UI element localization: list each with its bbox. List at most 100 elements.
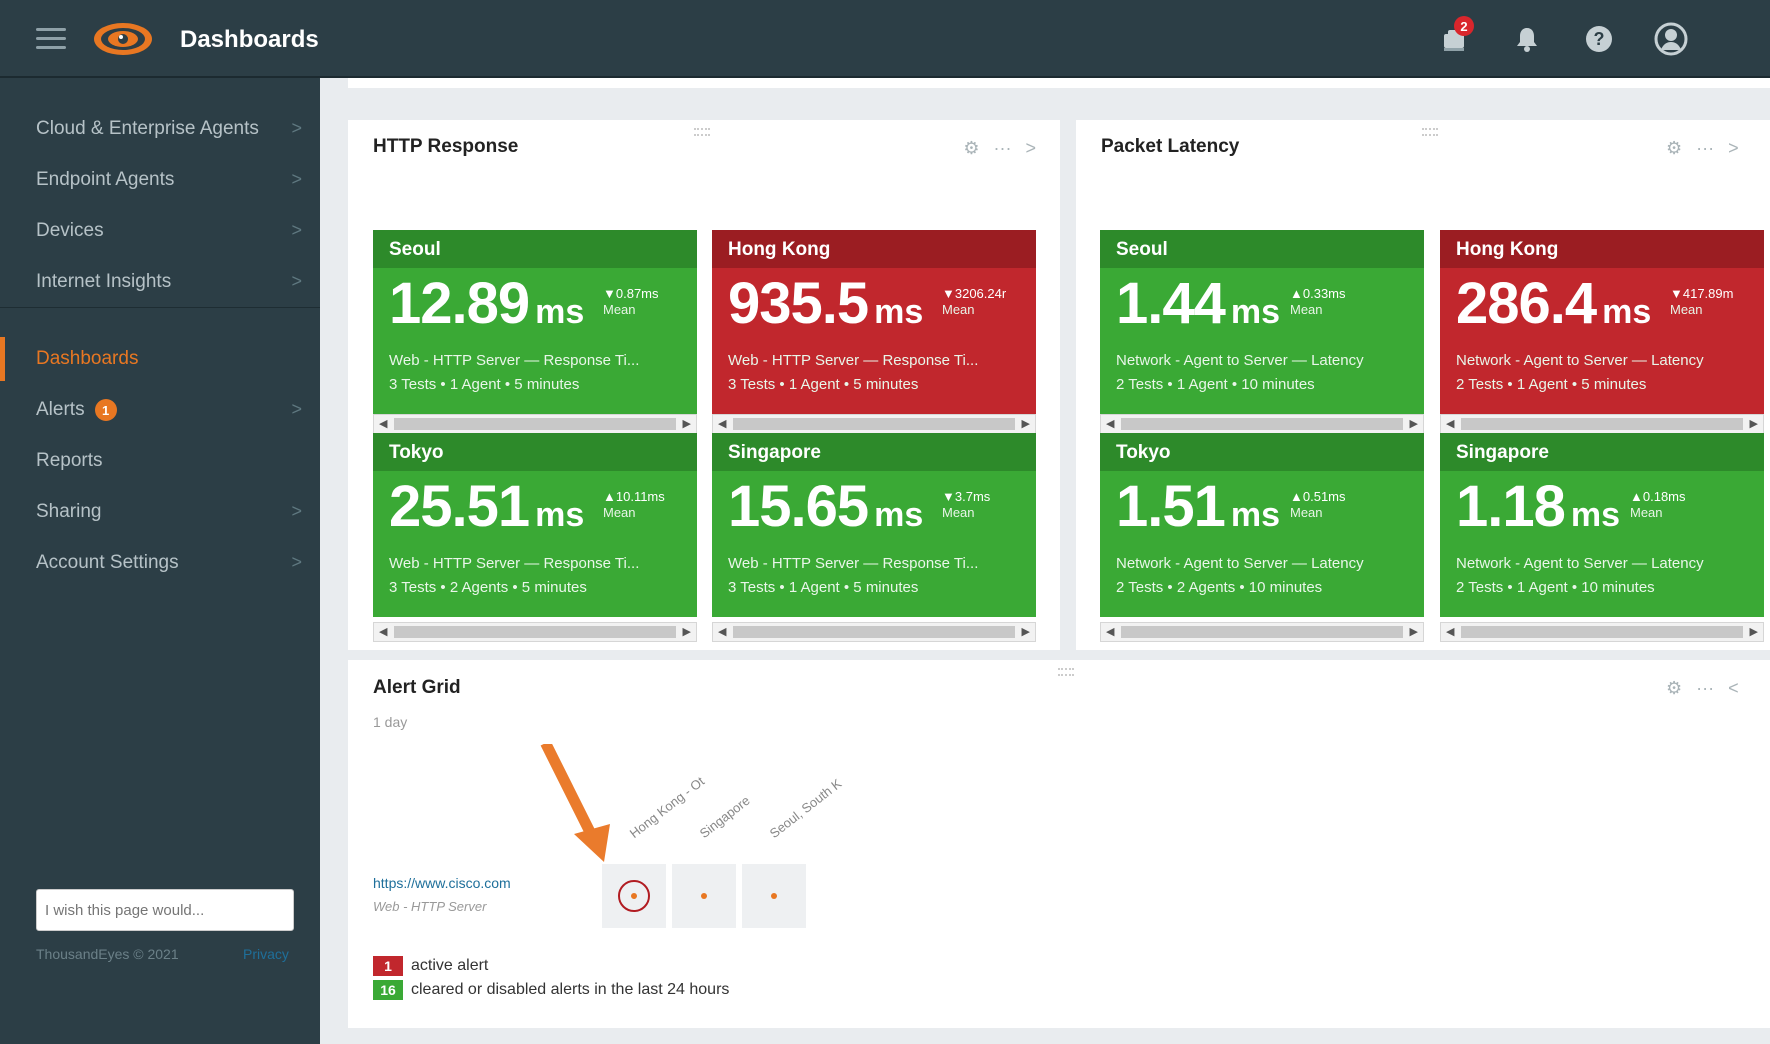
tile-scrollbar[interactable]: ◀ ▶: [1100, 414, 1424, 434]
tile-scrollbar[interactable]: ◀ ▶: [1440, 622, 1764, 642]
chevron-right-icon[interactable]: >: [1025, 138, 1036, 159]
scroll-left-icon[interactable]: ◀: [1106, 417, 1114, 430]
scroll-right-icon[interactable]: ▶: [1750, 625, 1758, 638]
scroll-right-icon[interactable]: ▶: [1410, 417, 1418, 430]
tile-metric-unit: ms: [874, 496, 924, 534]
tile-metric-value: 15.65: [728, 474, 869, 539]
more-options-icon[interactable]: ···: [1696, 678, 1714, 699]
tile-metric-value: 935.5: [728, 271, 869, 336]
tile-metric-unit: ms: [535, 293, 585, 331]
sidebar-item-reports[interactable]: Reports: [0, 439, 320, 483]
scroll-right-icon[interactable]: ▶: [1750, 417, 1758, 430]
latency-tile-singapore[interactable]: Singapore 1.18 ms ▲0.18ms Mean Network - A…: [1440, 433, 1764, 617]
tile-test-meta: 2 Tests • 1 Agent • 5 minutes: [1456, 376, 1647, 393]
tile-test-description: Web - HTTP Server — Response Ti...: [389, 352, 640, 369]
row-test-type: Web - HTTP Server: [373, 899, 487, 914]
help-icon[interactable]: ?: [1580, 20, 1618, 58]
sidebar-item-endpoint-agents[interactable]: Endpoint Agents >: [0, 158, 320, 202]
privacy-link[interactable]: Privacy: [243, 946, 289, 962]
gear-icon[interactable]: ⚙: [963, 138, 979, 159]
http-tile-singapore[interactable]: Singapore 15.65 ms ▼3.7ms Mean Web - HTTP …: [712, 433, 1036, 617]
sidebar-item-label: Cloud & Enterprise Agents: [36, 118, 259, 139]
latency-tile-tokyo[interactable]: Tokyo 1.51 ms ▲0.51ms Mean Network - Agent…: [1100, 433, 1424, 617]
tile-test-meta: 3 Tests • 1 Agent • 5 minutes: [728, 376, 919, 393]
scroll-left-icon[interactable]: ◀: [1446, 417, 1454, 430]
scroll-right-icon[interactable]: ▶: [683, 417, 691, 430]
alerts-count-badge: 1: [94, 399, 117, 421]
scroll-left-icon[interactable]: ◀: [1446, 625, 1454, 638]
tile-scrollbar[interactable]: ◀ ▶: [712, 622, 1036, 642]
sidebar-item-label: Reports: [36, 450, 103, 471]
scroll-right-icon[interactable]: ▶: [1022, 625, 1030, 638]
http-tile-tokyo[interactable]: Tokyo 25.51 ms ▲10.11ms Mean Web - HTTP Se…: [373, 433, 697, 617]
sidebar-item-internet-insights[interactable]: Internet Insights >: [0, 260, 320, 304]
feedback-input[interactable]: [36, 889, 294, 931]
tile-scrollbar[interactable]: ◀ ▶: [373, 622, 697, 642]
widget-title: HTTP Response: [373, 136, 519, 157]
tile-mean-label: Mean: [1290, 505, 1323, 520]
tile-location: Singapore: [712, 433, 1036, 471]
legend-text: cleared or disabled alerts in the last 2…: [411, 981, 730, 998]
tile-delta: ▼3206.24r: [942, 286, 1007, 301]
latency-tile-seoul[interactable]: Seoul 1.44 ms ▲0.33ms Mean Network - Agent…: [1100, 230, 1424, 414]
chevron-right-icon: >: [291, 501, 302, 521]
scroll-left-icon[interactable]: ◀: [1106, 625, 1114, 638]
scroll-right-icon[interactable]: ▶: [1022, 417, 1030, 430]
scroll-right-icon[interactable]: ▶: [683, 625, 691, 638]
http-tile-hong-kong[interactable]: Hong Kong 935.5 ms ▼3206.24r Mean Web - HT…: [712, 230, 1036, 414]
tile-metric-value: 1.44: [1116, 271, 1226, 336]
sidebar-item-label: Dashboards: [36, 348, 139, 369]
sidebar-item-devices[interactable]: Devices >: [0, 209, 320, 253]
http-tile-seoul[interactable]: Seoul 12.89 ms ▼0.87ms Mean Web - HTTP Ser…: [373, 230, 697, 414]
sidebar-item-label: Devices: [36, 220, 104, 241]
user-avatar-icon[interactable]: [1652, 20, 1690, 58]
chevron-right-icon[interactable]: >: [1728, 138, 1739, 159]
tile-delta: ▼3.7ms: [942, 489, 991, 504]
tile-location: Tokyo: [1100, 433, 1424, 471]
sidebar-item-alerts[interactable]: Alerts 1 >: [0, 388, 320, 432]
row-test-url-link[interactable]: https://www.cisco.com: [373, 875, 511, 891]
chevron-right-icon: >: [291, 552, 302, 572]
legend-cleared-alerts: 16 cleared or disabled alerts in the las…: [373, 980, 729, 1000]
sidebar-item-sharing[interactable]: Sharing >: [0, 490, 320, 534]
gear-icon[interactable]: ⚙: [1666, 138, 1682, 159]
sidebar-item-cloud-enterprise-agents[interactable]: Cloud & Enterprise Agents >: [0, 107, 320, 151]
scroll-left-icon[interactable]: ◀: [718, 417, 726, 430]
chevron-left-icon[interactable]: <: [1728, 678, 1739, 699]
tile-metric-unit: ms: [874, 293, 924, 331]
hamburger-menu-icon[interactable]: [36, 28, 66, 50]
cleared-alert-count: 16: [373, 980, 403, 1000]
sidebar-item-account-settings[interactable]: Account Settings >: [0, 541, 320, 585]
previous-widget-edge: [348, 78, 1770, 88]
scroll-right-icon[interactable]: ▶: [1410, 625, 1418, 638]
grid-cell-singapore[interactable]: [672, 864, 736, 928]
drag-handle-icon[interactable]: [694, 128, 710, 136]
grid-cell-hong-kong[interactable]: [602, 864, 666, 928]
scroll-left-icon[interactable]: ◀: [379, 417, 387, 430]
tile-mean-label: Mean: [1630, 505, 1663, 520]
drag-handle-icon[interactable]: [1058, 668, 1074, 676]
agent-alerts-icon[interactable]: 2: [1436, 16, 1474, 58]
legend-active-alerts: 1 active alert: [373, 956, 488, 976]
thousandeyes-logo-icon[interactable]: [92, 20, 154, 58]
sidebar-item-dashboards[interactable]: Dashboards: [0, 337, 320, 381]
more-options-icon[interactable]: ···: [1696, 138, 1714, 159]
tile-scrollbar[interactable]: ◀ ▶: [1100, 622, 1424, 642]
tile-test-description: Network - Agent to Server — Latency: [1116, 555, 1364, 572]
tile-scrollbar[interactable]: ◀ ▶: [712, 414, 1036, 434]
svg-text:?: ?: [1594, 29, 1605, 49]
scroll-left-icon[interactable]: ◀: [718, 625, 726, 638]
drag-handle-icon[interactable]: [1422, 128, 1438, 136]
tile-scrollbar[interactable]: ◀ ▶: [1440, 414, 1764, 434]
bell-icon[interactable]: [1508, 20, 1546, 58]
chevron-right-icon: >: [291, 118, 302, 138]
status-dot-icon: [701, 893, 707, 899]
latency-tile-hong-kong[interactable]: Hong Kong 286.4 ms ▼417.89m Mean Network -…: [1440, 230, 1764, 414]
tile-scrollbar[interactable]: ◀ ▶: [373, 414, 697, 434]
tile-test-meta: 3 Tests • 2 Agents • 5 minutes: [389, 579, 587, 596]
scroll-left-icon[interactable]: ◀: [379, 625, 387, 638]
tile-test-meta: 2 Tests • 1 Agent • 10 minutes: [1116, 376, 1315, 393]
grid-cell-seoul[interactable]: [742, 864, 806, 928]
gear-icon[interactable]: ⚙: [1666, 678, 1682, 699]
more-options-icon[interactable]: ···: [994, 138, 1012, 159]
